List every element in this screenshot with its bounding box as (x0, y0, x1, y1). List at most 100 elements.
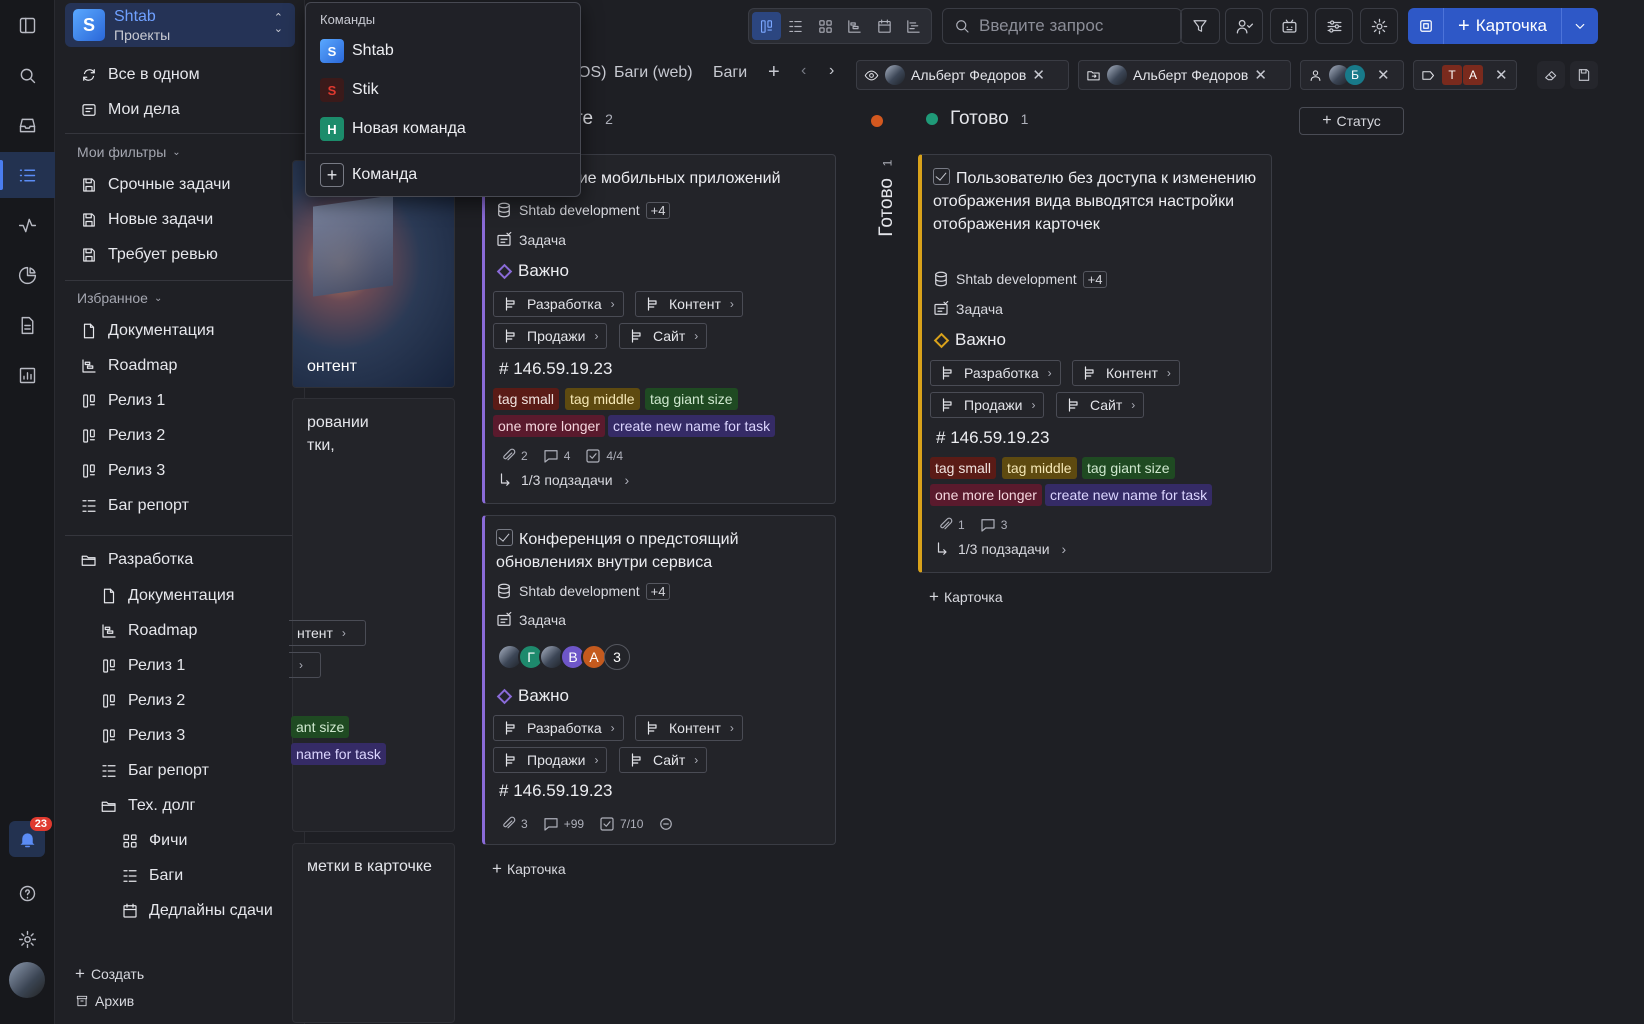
sidebar-item-fav-release3[interactable]: Релиз 3 (80, 456, 165, 486)
roadmap-view-icon[interactable] (841, 12, 870, 40)
filters-section-toggle[interactable]: Мои фильтры ⌄ (77, 144, 181, 160)
sidebar-item-my-tasks[interactable]: Мои дела (80, 95, 180, 125)
filter-chip-watcher[interactable]: Альберт Федоров ✕ (856, 60, 1069, 90)
help-icon[interactable] (0, 870, 55, 916)
add-card-button[interactable]: + Карточка (492, 859, 566, 879)
sidebar-folder-techdebt[interactable]: Тех. долг (100, 791, 195, 821)
search-icon[interactable] (0, 52, 55, 98)
close-icon[interactable]: ✕ (1254, 66, 1267, 84)
pill-site[interactable]: › (289, 652, 321, 678)
filter-icon[interactable] (1180, 8, 1220, 44)
sidebar-item-filter-urgent[interactable]: Срочные задачи (80, 170, 230, 200)
checkbox-icon[interactable] (933, 168, 950, 185)
sidebar-item-fav-roadmap[interactable]: Roadmap (80, 351, 177, 381)
checkbox-icon[interactable] (496, 529, 513, 546)
pill-content[interactable]: Контент › (635, 291, 743, 317)
sidebar-item-fav-release1[interactable]: Релиз 1 (80, 386, 165, 416)
task-card[interactable]: Конференция о предстоящий обновлениях вн… (482, 515, 836, 845)
card-partial-2[interactable]: ровании тки, нтент › › ant size name for t… (289, 398, 455, 832)
chevron-down-icon[interactable] (1562, 8, 1598, 44)
add-tab-icon[interactable]: + (768, 61, 780, 84)
activity-icon[interactable] (0, 202, 55, 248)
bell-icon[interactable]: 23 (9, 817, 52, 857)
project-switcher[interactable]: S Shtab Проекты ⌃ ⌄ (65, 3, 295, 47)
favorites-section-toggle[interactable]: Избранное ⌄ (77, 290, 162, 306)
sidebar-item-release3[interactable]: Релиз 3 (100, 721, 185, 751)
close-icon[interactable]: ✕ (1377, 66, 1390, 84)
bot-icon[interactable] (1270, 8, 1308, 44)
pill-site[interactable]: Сайт › (619, 747, 708, 773)
settings-icon[interactable] (1360, 8, 1398, 44)
gantt-view-icon[interactable] (900, 12, 929, 40)
avatar[interactable] (9, 962, 45, 998)
pill-site[interactable]: Сайт › (619, 323, 708, 349)
chart-icon[interactable] (0, 252, 55, 298)
chevron-right-icon[interactable]: › (829, 62, 834, 80)
pill-content[interactable]: нтент › (289, 620, 366, 646)
template-icon[interactable] (1408, 8, 1444, 44)
subtasks-toggle[interactable]: 1/3 подзадачи › (934, 540, 1066, 558)
pill-development[interactable]: Разработка › (493, 291, 624, 317)
calendar-view-icon[interactable] (870, 12, 899, 40)
chevron-left-icon[interactable]: ‹ (801, 62, 806, 80)
team-item-stik[interactable]: S Stik (320, 78, 379, 102)
sidebar-item-all-in-one[interactable]: Все в одном (80, 60, 200, 90)
card-partial-3[interactable]: метки в карточке (292, 843, 455, 1023)
sidebar-item-filter-new[interactable]: Новые задачи (80, 205, 213, 235)
inbox-icon[interactable] (0, 102, 55, 148)
sidebar-item-fav-release2[interactable]: Релиз 2 (80, 421, 165, 451)
grid-view-icon[interactable] (811, 12, 840, 40)
sidebar-item-deadlines[interactable]: Дедлайны сдачи (121, 896, 273, 926)
archive-button[interactable]: Архив (75, 993, 134, 1009)
close-icon[interactable]: ✕ (1032, 66, 1045, 84)
pill-site[interactable]: Сайт › (1056, 392, 1145, 418)
pill-development[interactable]: Разработка › (493, 715, 624, 741)
collapsed-column-label[interactable]: 1 Готово (872, 150, 902, 250)
pill-sales[interactable]: Продажи › (493, 747, 608, 773)
sidebar-item-features[interactable]: Фичи (121, 826, 187, 856)
pill-development[interactable]: Разработка › (930, 360, 1061, 386)
sidebar-item-roadmap[interactable]: Roadmap (100, 616, 197, 646)
add-card-button[interactable]: + Карточка (1444, 8, 1562, 44)
team-item-new[interactable]: Н Новая команда (320, 117, 466, 141)
sidebar-item-bugreport[interactable]: Баг репорт (100, 756, 209, 786)
create-button[interactable]: + Создать (75, 964, 144, 984)
users-icon[interactable] (1225, 8, 1263, 44)
filter-chip-tags[interactable]: ТА ✕ (1413, 60, 1517, 90)
sidebar-item-fav-docs[interactable]: Документация (80, 316, 214, 346)
document-icon[interactable] (0, 302, 55, 348)
sidebar-folder-dev[interactable]: Разработка (80, 545, 193, 575)
pill-sales[interactable]: Продажи › (493, 323, 608, 349)
sidebar-item-filter-review[interactable]: Требует ревью (80, 240, 218, 270)
task-card[interactable]: ение мобильных приложений Shtab developm… (482, 154, 836, 504)
sidebar-item-release1[interactable]: Релиз 1 (100, 651, 185, 681)
pill-content[interactable]: Контент › (1072, 360, 1180, 386)
report-icon[interactable] (0, 352, 55, 398)
kanban-view-icon[interactable] (752, 12, 781, 40)
tab-bugs-web[interactable]: Баги (web) (614, 64, 693, 82)
task-card[interactable]: Пользователю без доступа к изменению ото… (918, 154, 1272, 573)
add-status-button[interactable]: + Статус (1299, 107, 1404, 135)
search-input[interactable] (979, 16, 1169, 36)
sidebar-item-fav-bugreport[interactable]: Баг репорт (80, 491, 189, 521)
subtasks-toggle[interactable]: 1/3 подзадачи › (497, 471, 629, 489)
sidebar-item-docs[interactable]: Документация (100, 581, 234, 611)
add-team-button[interactable]: + Команда (320, 163, 417, 187)
list-icon[interactable] (0, 152, 55, 198)
assignees[interactable]: Г В А 3 (497, 644, 630, 670)
eraser-icon[interactable] (1537, 61, 1565, 89)
list-view-icon[interactable] (782, 12, 811, 40)
filter-chip-users[interactable]: Б ✕ (1300, 60, 1404, 90)
save-icon[interactable] (1570, 61, 1598, 89)
pill-content[interactable]: Контент › (635, 715, 743, 741)
settings-icon[interactable] (0, 916, 55, 962)
team-item-shtab[interactable]: S Shtab (320, 39, 394, 63)
add-card-button[interactable]: + Карточка (929, 587, 1003, 607)
sliders-icon[interactable] (1315, 8, 1353, 44)
tab-partial[interactable]: OS) (578, 64, 606, 82)
panel-icon[interactable] (0, 2, 55, 48)
filter-chip-assignee[interactable]: Альберт Федоров ✕ (1078, 60, 1291, 90)
close-icon[interactable]: ✕ (1495, 66, 1508, 84)
sidebar-item-bugs[interactable]: Баги (121, 861, 183, 891)
tab-bugs[interactable]: Баги (713, 64, 751, 82)
